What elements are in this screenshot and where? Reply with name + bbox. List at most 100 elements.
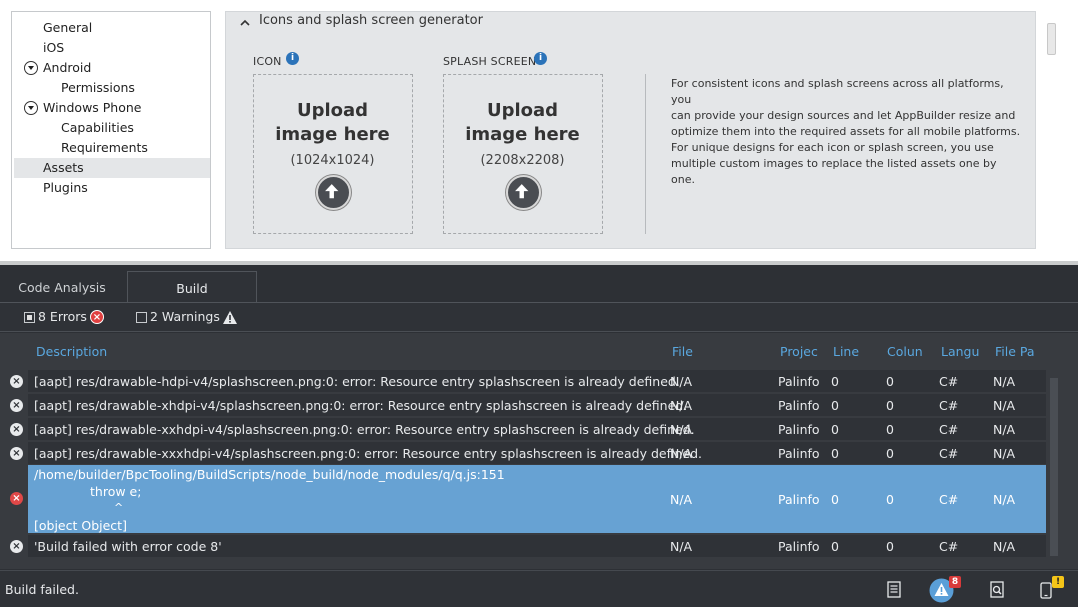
error-icon: × — [90, 310, 104, 324]
cell-line: 0 — [831, 374, 839, 389]
error-icon: × — [10, 447, 23, 460]
collapse-circle-icon[interactable] — [24, 101, 38, 115]
cell-description: [aapt] res/drawable-hdpi-v4/splashscreen… — [34, 374, 680, 389]
cell-file: N/A — [670, 539, 693, 554]
info-icon[interactable]: i — [534, 52, 547, 65]
nav-item-general[interactable]: General — [14, 18, 210, 38]
errors-checkbox[interactable] — [24, 312, 35, 323]
error-icon: × — [10, 423, 23, 436]
column-header-project[interactable]: Projec — [780, 344, 818, 359]
properties-nav-tree: General iOS Android Permissions Windows … — [11, 11, 211, 249]
nav-item-plugins[interactable]: Plugins — [14, 178, 210, 198]
cell-file-path: N/A — [993, 374, 1016, 389]
nav-item-capabilities[interactable]: Capabilities — [14, 118, 210, 138]
upload-text: Upload image here — [465, 100, 580, 145]
column-header-column[interactable]: Colun — [887, 344, 923, 359]
cell-language: C# — [939, 398, 959, 413]
cell-language: C# — [939, 374, 959, 389]
nav-item-permissions[interactable]: Permissions — [14, 78, 210, 98]
nav-item-label: Permissions — [61, 80, 135, 95]
cell-description-line: [object Object] — [34, 518, 127, 533]
cell-description-line: ^ — [114, 501, 124, 514]
error-icon: × — [10, 399, 23, 412]
error-icon: × — [10, 492, 23, 505]
cell-line: 0 — [831, 422, 839, 437]
cell-column: 0 — [886, 446, 894, 461]
nav-item-requirements[interactable]: Requirements — [14, 138, 210, 158]
table-row[interactable]: [aapt] res/drawable-xxhdpi-v4/splashscre… — [28, 418, 1046, 440]
nav-item-windows-phone[interactable]: Windows Phone — [14, 98, 210, 118]
cell-project: Palinfo — [778, 398, 820, 413]
icon-upload-dropzone[interactable]: Upload image here (1024x1024) — [253, 74, 413, 234]
splash-upload-dropzone[interactable]: Upload image here (2208x2208) — [443, 74, 603, 234]
nav-item-label: Requirements — [61, 140, 148, 155]
table-row[interactable]: [aapt] res/drawable-hdpi-v4/splashscreen… — [28, 370, 1046, 392]
device-warning-badge: ! — [1052, 576, 1064, 588]
column-header-description[interactable]: Description — [36, 344, 107, 359]
document-search-icon[interactable] — [989, 581, 1005, 598]
document-list-icon[interactable] — [886, 581, 902, 598]
nav-item-label: iOS — [43, 40, 65, 55]
collapse-circle-icon[interactable] — [24, 61, 38, 75]
cell-project: Palinfo — [778, 422, 820, 437]
nav-item-assets[interactable]: Assets — [14, 158, 210, 178]
cell-file: N/A — [670, 398, 693, 413]
info-icon[interactable]: i — [286, 52, 299, 65]
upload-size-hint: (1024x1024) — [290, 153, 375, 168]
cell-line: 0 — [831, 492, 839, 507]
cell-column: 0 — [886, 492, 894, 507]
cell-line: 0 — [831, 398, 839, 413]
table-row[interactable]: 'Build failed with error code 8' N/A Pal… — [28, 535, 1046, 557]
nav-item-android[interactable]: Android — [14, 58, 210, 78]
cell-project: Palinfo — [778, 492, 820, 507]
nav-item-ios[interactable]: iOS — [14, 38, 210, 58]
tab-code-analysis[interactable]: Code Analysis — [0, 271, 124, 303]
nav-item-label: Capabilities — [61, 120, 134, 135]
nav-item-label: General — [43, 20, 93, 35]
cell-description: 'Build failed with error code 8' — [34, 539, 222, 554]
column-header-language[interactable]: Langu — [941, 344, 979, 359]
errors-filter-label[interactable]: 8 Errors — [38, 309, 87, 324]
nav-item-label: Plugins — [43, 180, 88, 195]
cell-description: [aapt] res/drawable-xhdpi-v4/splashscree… — [34, 398, 688, 413]
nav-item-label: Android — [43, 60, 92, 75]
cell-line: 0 — [831, 446, 839, 461]
column-header-file-path[interactable]: File Pa — [995, 344, 1035, 359]
cell-language: C# — [939, 539, 959, 554]
tab-build[interactable]: Build — [127, 271, 257, 303]
cell-description: [aapt] res/drawable-xxhdpi-v4/splashscre… — [34, 422, 695, 437]
cell-language: C# — [939, 422, 959, 437]
cell-column: 0 — [886, 374, 894, 389]
scrollbar-thumb[interactable] — [1047, 23, 1056, 55]
grid-scrollbar[interactable] — [1050, 378, 1058, 556]
cell-project: Palinfo — [778, 539, 820, 554]
cell-file: N/A — [670, 492, 693, 507]
error-count-badge: 8 — [949, 576, 961, 588]
cell-project: Palinfo — [778, 446, 820, 461]
upload-arrow-icon[interactable] — [316, 175, 351, 210]
properties-scrollbar[interactable] — [1041, 13, 1063, 251]
divider — [645, 74, 646, 234]
cell-file-path: N/A — [993, 539, 1016, 554]
upload-size-hint: (2208x2208) — [480, 153, 565, 168]
nav-item-label: Windows Phone — [43, 100, 142, 115]
description-unique: For unique designs for each icon or spla… — [671, 141, 997, 186]
upload-arrow-icon[interactable] — [506, 175, 541, 210]
warnings-checkbox[interactable] — [136, 312, 147, 323]
column-header-line[interactable]: Line — [833, 344, 859, 359]
cell-line: 0 — [831, 539, 839, 554]
cell-column: 0 — [886, 539, 894, 554]
chevron-up-icon[interactable] — [239, 19, 251, 27]
table-row[interactable]: [aapt] res/drawable-xxxhdpi-v4/splashscr… — [28, 442, 1046, 464]
column-header-file[interactable]: File — [672, 344, 693, 359]
table-row-selected[interactable]: /home/builder/BpcTooling/BuildScripts/no… — [28, 465, 1046, 533]
build-errors-grid: Description File Projec Line Colun Langu… — [0, 333, 1078, 569]
cell-language: C# — [939, 492, 959, 507]
cell-file-path: N/A — [993, 422, 1016, 437]
cell-file-path: N/A — [993, 492, 1016, 507]
table-row[interactable]: [aapt] res/drawable-xhdpi-v4/splashscree… — [28, 394, 1046, 416]
warnings-filter-label[interactable]: 2 Warnings — [150, 309, 220, 324]
error-icon: × — [10, 540, 23, 553]
upload-text: Upload image here — [275, 100, 390, 145]
cell-description-line: /home/builder/BpcTooling/BuildScripts/no… — [34, 467, 505, 482]
